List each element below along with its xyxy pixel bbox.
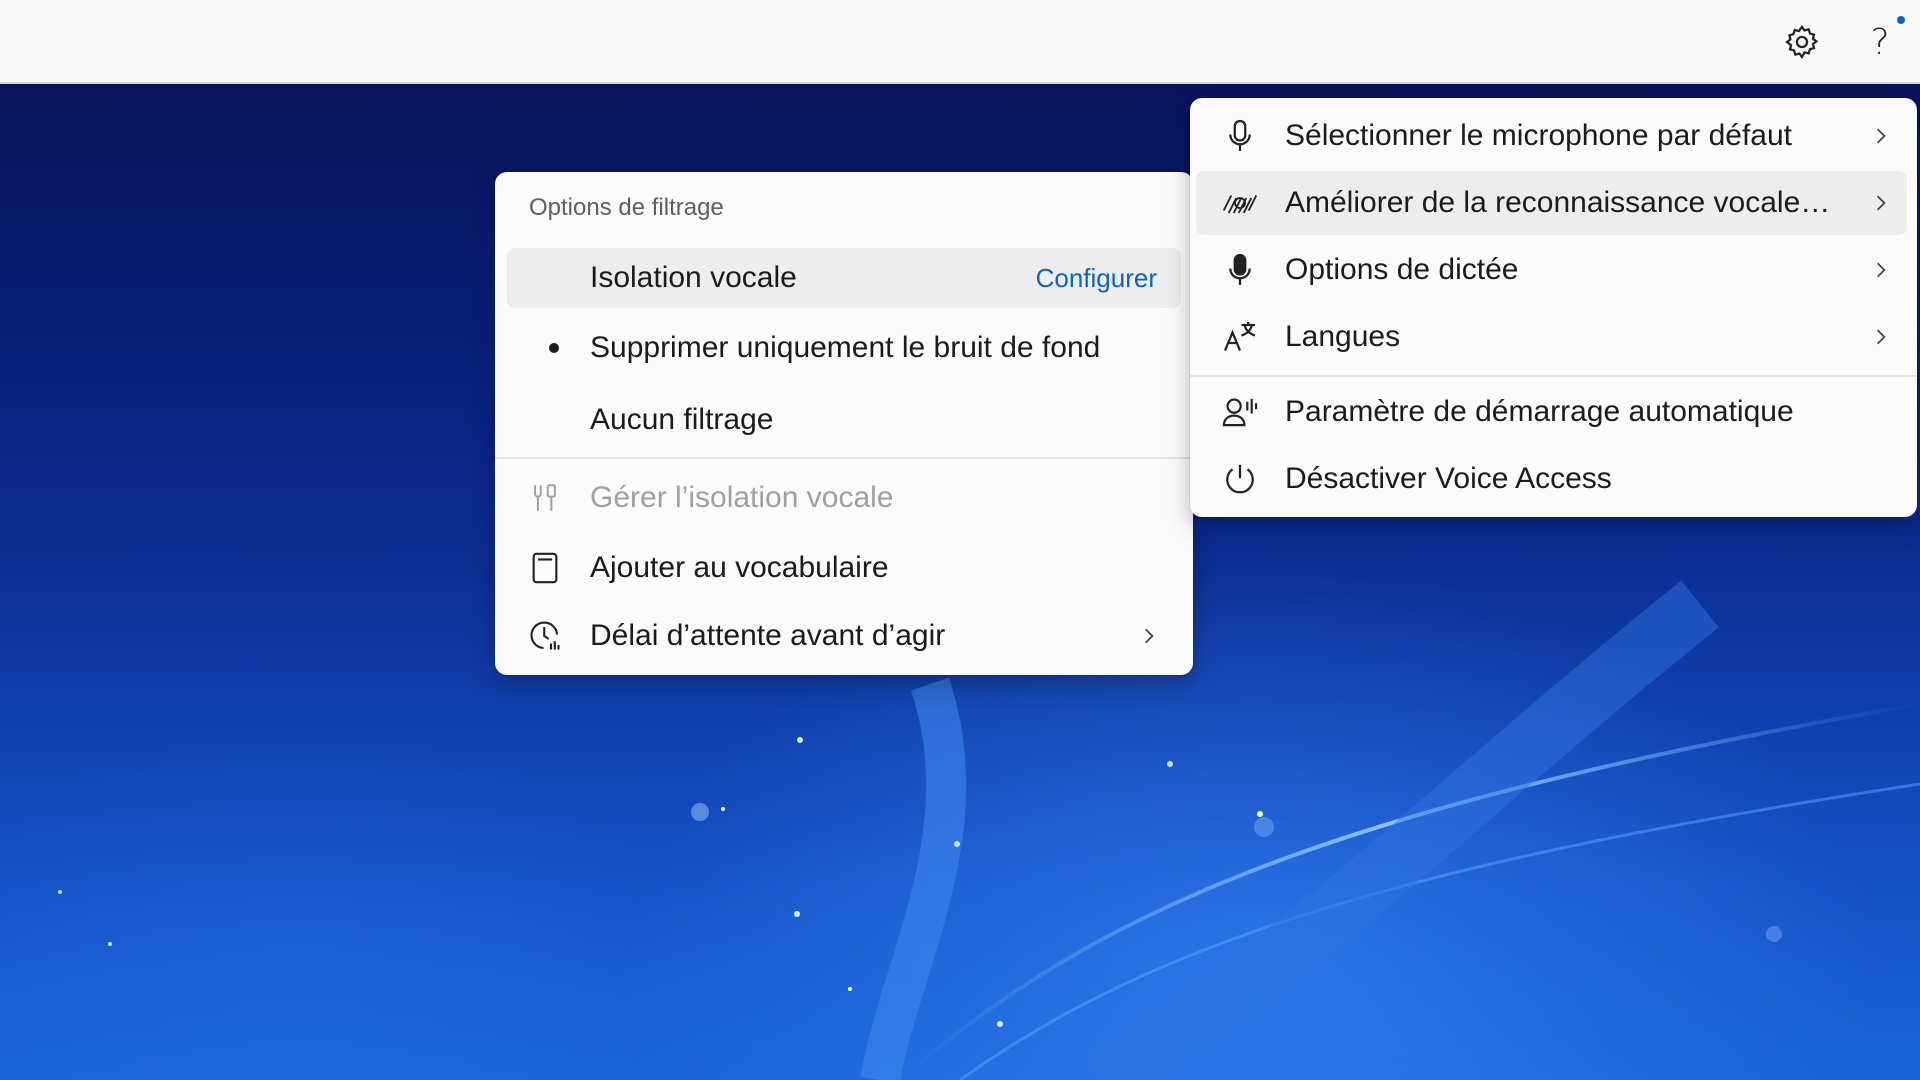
chevron-right-icon bbox=[1871, 260, 1891, 280]
tools-icon bbox=[523, 476, 567, 520]
voice-access-settings-menu: Sélectionner le microphone par défaut Am… bbox=[1190, 98, 1917, 517]
menu-item-manage-voice-isolation: Gérer l’isolation vocale bbox=[507, 468, 1181, 528]
chevron-right-icon bbox=[1871, 193, 1891, 213]
chevron-right-icon bbox=[1871, 327, 1891, 347]
menu-divider bbox=[1190, 375, 1917, 377]
menu-item-label: Paramètre de démarrage automatique bbox=[1285, 395, 1794, 428]
menu-item-improve-recognition[interactable]: Améliorer de la reconnaissance vocale… bbox=[1196, 171, 1907, 235]
chevron-right-icon bbox=[1139, 626, 1159, 646]
menu-item-label: Sélectionner le microphone par défaut bbox=[1285, 119, 1792, 152]
person-voice-icon bbox=[1218, 390, 1262, 434]
menu-item-label: Langues bbox=[1285, 320, 1401, 353]
menu-item-label: Gérer l’isolation vocale bbox=[590, 481, 894, 514]
help-button[interactable]: ? bbox=[1856, 18, 1904, 66]
menu-item-label: Délai d’attente avant d’agir bbox=[590, 619, 946, 652]
filter-options-menu: Options de filtrage Isolation vocale Con… bbox=[495, 172, 1193, 675]
menu-item-label: Isolation vocale bbox=[590, 261, 797, 294]
menu-item-label: Aucun filtrage bbox=[590, 403, 774, 436]
menu-item-label: Supprimer uniquement le bruit de fond bbox=[590, 331, 1101, 364]
menu-item-disable-voice-access[interactable]: Désactiver Voice Access bbox=[1196, 447, 1907, 511]
question-icon: ? bbox=[1870, 21, 1890, 63]
clock-icon bbox=[523, 614, 567, 658]
menu-item-voice-isolation[interactable]: Isolation vocale Configurer bbox=[507, 248, 1181, 308]
menu-item-label: Améliorer de la reconnaissance vocale… bbox=[1285, 186, 1831, 219]
settings-button[interactable] bbox=[1778, 18, 1826, 66]
menu-item-suppress-background-noise[interactable]: Supprimer uniquement le bruit de fond bbox=[507, 318, 1181, 378]
language-icon bbox=[1218, 315, 1262, 359]
menu-item-add-to-vocabulary[interactable]: Ajouter au vocabulaire bbox=[507, 538, 1181, 598]
notification-dot bbox=[1897, 16, 1905, 24]
menu-item-default-microphone[interactable]: Sélectionner le microphone par défaut bbox=[1196, 104, 1907, 168]
gear-icon bbox=[1785, 25, 1819, 60]
microphone-icon bbox=[1218, 114, 1262, 158]
chevron-right-icon bbox=[1871, 126, 1891, 146]
top-bar: ? bbox=[0, 0, 1920, 84]
dictation-mic-icon bbox=[1218, 248, 1262, 292]
menu-item-label: Ajouter au vocabulaire bbox=[590, 551, 889, 584]
menu-divider bbox=[495, 457, 1193, 459]
menu-item-wait-delay[interactable]: Délai d’attente avant d’agir bbox=[507, 606, 1181, 666]
voice-training-icon bbox=[1218, 181, 1262, 225]
menu-header: Options de filtrage bbox=[529, 194, 724, 221]
power-icon bbox=[1218, 457, 1262, 501]
menu-item-label: Options de dictée bbox=[1285, 253, 1519, 286]
menu-item-label: Désactiver Voice Access bbox=[1285, 462, 1612, 495]
book-icon bbox=[523, 546, 567, 590]
menu-item-dictation-options[interactable]: Options de dictée bbox=[1196, 238, 1907, 302]
menu-item-no-filtering[interactable]: Aucun filtrage bbox=[507, 390, 1181, 450]
menu-item-languages[interactable]: Langues bbox=[1196, 305, 1907, 369]
selected-bullet-icon bbox=[549, 343, 559, 353]
menu-item-auto-start-setting[interactable]: Paramètre de démarrage automatique bbox=[1196, 380, 1907, 444]
configure-link[interactable]: Configurer bbox=[1036, 263, 1157, 294]
